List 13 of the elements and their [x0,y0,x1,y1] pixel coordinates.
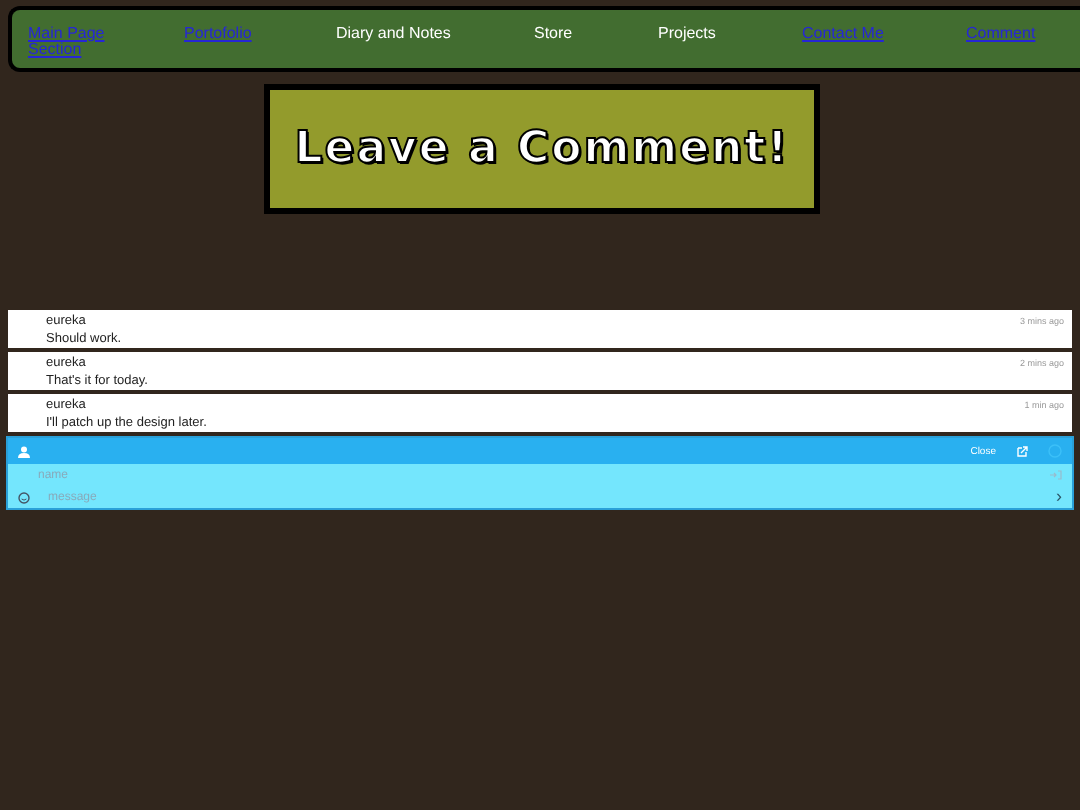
user-icon [18,445,30,457]
external-link-icon[interactable] [1016,445,1028,457]
nav-link[interactable]: Contact Me [802,26,898,42]
send-button[interactable]: › [1056,488,1062,506]
login-icon[interactable] [1050,470,1062,480]
nav-link[interactable]: Main Page Section [28,26,124,58]
smiley-icon[interactable] [18,491,30,503]
nav-item[interactable]: Diary and Notes [336,26,534,42]
nav-item[interactable]: Store [534,26,658,42]
page-title: Leave a Comment! [264,84,820,214]
nav-link[interactable]: Portofolio [184,26,280,42]
nav-link[interactable]: Comment [966,26,1062,42]
nav-item[interactable]: Projects [658,26,802,42]
